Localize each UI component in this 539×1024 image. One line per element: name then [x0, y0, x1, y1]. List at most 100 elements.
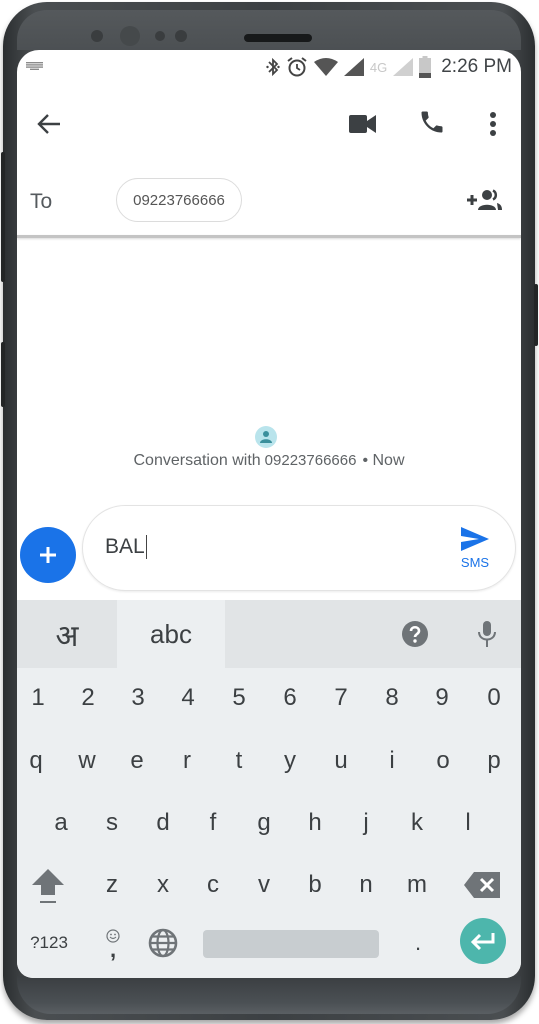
message-input[interactable]: BAL: [105, 535, 405, 560]
key-j[interactable]: j: [341, 793, 391, 853]
voice-input-button[interactable]: [472, 600, 502, 668]
symbols-key[interactable]: ?123: [23, 913, 75, 973]
video-call-button[interactable]: [343, 104, 383, 144]
key-5[interactable]: 5: [214, 668, 264, 728]
backspace-icon: [464, 872, 500, 898]
contact-avatar: [255, 426, 277, 448]
status-icons: 4G 2:26 PM: [266, 54, 512, 80]
keyboard-icon: [26, 62, 43, 70]
key-z[interactable]: z: [87, 855, 137, 915]
key-6[interactable]: 6: [265, 668, 315, 728]
plus-icon: [40, 547, 56, 563]
more-vert-icon: [490, 112, 496, 136]
bixby-button: [1, 342, 5, 407]
screen: 4G 2:26 PM To 09223766666 Conversation w…: [17, 50, 521, 978]
key-9[interactable]: 9: [417, 668, 467, 728]
key-4[interactable]: 4: [163, 668, 213, 728]
shift-icon: [32, 869, 64, 903]
send-sms-button[interactable]: SMS: [455, 526, 495, 576]
key-o[interactable]: o: [418, 731, 468, 791]
back-button[interactable]: [29, 104, 69, 144]
backspace-key[interactable]: [457, 855, 507, 915]
globe-icon: [148, 928, 178, 958]
key-3[interactable]: 3: [113, 668, 163, 728]
help-button[interactable]: [397, 600, 433, 668]
signal-icon: [343, 58, 364, 76]
earpiece-speaker: [244, 34, 312, 42]
signal-secondary-icon: [393, 58, 414, 76]
key-b[interactable]: b: [290, 855, 340, 915]
key-7[interactable]: 7: [316, 668, 366, 728]
phone-icon: [421, 111, 443, 133]
key-c[interactable]: c: [188, 855, 238, 915]
top-bezel: [17, 10, 521, 50]
hindi-language-tab[interactable]: अ: [17, 600, 117, 668]
wifi-icon: [313, 58, 338, 76]
key-w[interactable]: w: [62, 731, 112, 791]
key-r[interactable]: r: [162, 731, 212, 791]
key-g[interactable]: g: [239, 793, 289, 853]
key-f[interactable]: f: [188, 793, 238, 853]
enter-key[interactable]: [460, 918, 506, 964]
key-0[interactable]: 0: [469, 668, 519, 728]
message-compose-box: BAL SMS: [82, 505, 516, 591]
keyboard-row-2: a s d f g h j k l: [17, 793, 521, 853]
key-v[interactable]: v: [239, 855, 289, 915]
key-e[interactable]: e: [112, 731, 162, 791]
message-text: BAL: [105, 535, 145, 558]
comma-label: ,: [109, 937, 117, 962]
conversation-info: Conversation with 09223766666 • Now: [17, 452, 521, 470]
person-icon: [260, 431, 272, 443]
key-t[interactable]: t: [214, 731, 264, 791]
sensor: [155, 31, 165, 41]
more-options-button[interactable]: [475, 104, 511, 144]
key-2[interactable]: 2: [63, 668, 113, 728]
key-u[interactable]: u: [316, 731, 366, 791]
key-l[interactable]: l: [443, 793, 493, 853]
shift-key[interactable]: [23, 855, 73, 915]
conversation-time: • Now: [362, 452, 405, 469]
key-x[interactable]: x: [138, 855, 188, 915]
key-d[interactable]: d: [138, 793, 188, 853]
conversation-contact: 09223766666: [264, 452, 357, 469]
key-p[interactable]: p: [469, 731, 519, 791]
network-type-label: 4G: [369, 59, 388, 75]
key-8[interactable]: 8: [367, 668, 417, 728]
recipient-chip[interactable]: 09223766666: [116, 178, 242, 222]
power-button: [534, 284, 538, 346]
space-bar[interactable]: [203, 930, 379, 958]
microphone-icon: [478, 621, 496, 647]
phone-call-button[interactable]: [412, 102, 452, 142]
key-1[interactable]: 1: [17, 668, 63, 728]
key-k[interactable]: k: [392, 793, 442, 853]
header-divider: [17, 235, 521, 238]
proximity-sensor: [91, 30, 103, 42]
key-a[interactable]: a: [36, 793, 86, 853]
status-bar: 4G 2:26 PM: [17, 50, 521, 84]
volume-button: [1, 152, 5, 282]
help-icon: [402, 621, 428, 647]
keyboard-row-1: q w e r t y u i o p: [17, 731, 521, 791]
language-switch-key[interactable]: [139, 913, 187, 973]
add-recipient-button[interactable]: [463, 180, 505, 220]
key-y[interactable]: y: [265, 731, 315, 791]
enter-icon: [470, 933, 495, 951]
bottom-bezel: [17, 976, 521, 1014]
key-q[interactable]: q: [17, 731, 61, 791]
period-key[interactable]: .: [393, 913, 443, 973]
iris-scanner: [120, 26, 140, 46]
key-i[interactable]: i: [367, 731, 417, 791]
comma-emoji-key[interactable]: ,: [89, 913, 137, 973]
abc-language-tab[interactable]: abc: [117, 600, 225, 668]
keyboard-row-3: z x c v b n m: [17, 855, 521, 915]
recipient-row: To 09223766666: [17, 164, 521, 236]
number-row: 1 2 3 4 5 6 7 8 9 0: [17, 668, 521, 728]
key-m[interactable]: m: [392, 855, 442, 915]
key-n[interactable]: n: [341, 855, 391, 915]
alarm-icon: [287, 57, 307, 77]
key-h[interactable]: h: [290, 793, 340, 853]
keyboard: अ abc 1 2 3 4 5 6 7 8 9 0 q w e r t y u …: [17, 600, 521, 978]
send-icon: [461, 527, 489, 551]
key-s[interactable]: s: [87, 793, 137, 853]
attach-button[interactable]: [20, 527, 76, 583]
